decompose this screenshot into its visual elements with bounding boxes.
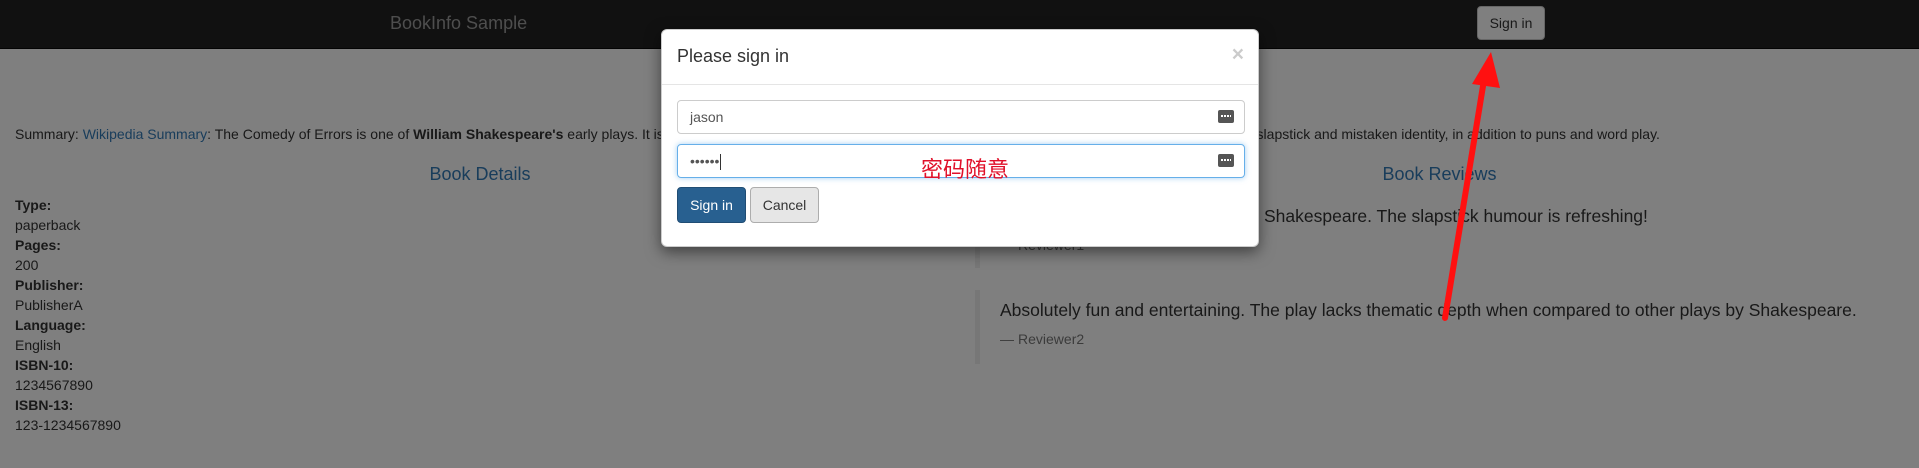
username-value: jason	[690, 109, 724, 125]
cancel-button[interactable]: Cancel	[750, 187, 819, 223]
modal-header: Please sign in ×	[662, 30, 1258, 85]
password-annotation: 密码随意	[921, 158, 1010, 183]
modal-title: Please sign in	[677, 46, 790, 66]
sign-in-modal: Please sign in × jason •••••• 密码随意 Sign …	[661, 29, 1259, 247]
password-value: ••••••	[690, 153, 720, 169]
keyboard-key-icon[interactable]	[1218, 110, 1234, 123]
username-input[interactable]: jason	[677, 100, 1245, 134]
text-cursor	[720, 154, 722, 171]
close-icon[interactable]: ×	[1232, 44, 1244, 65]
keyboard-key-icon[interactable]	[1218, 154, 1234, 167]
sign-in-button[interactable]: Sign in	[677, 187, 746, 223]
